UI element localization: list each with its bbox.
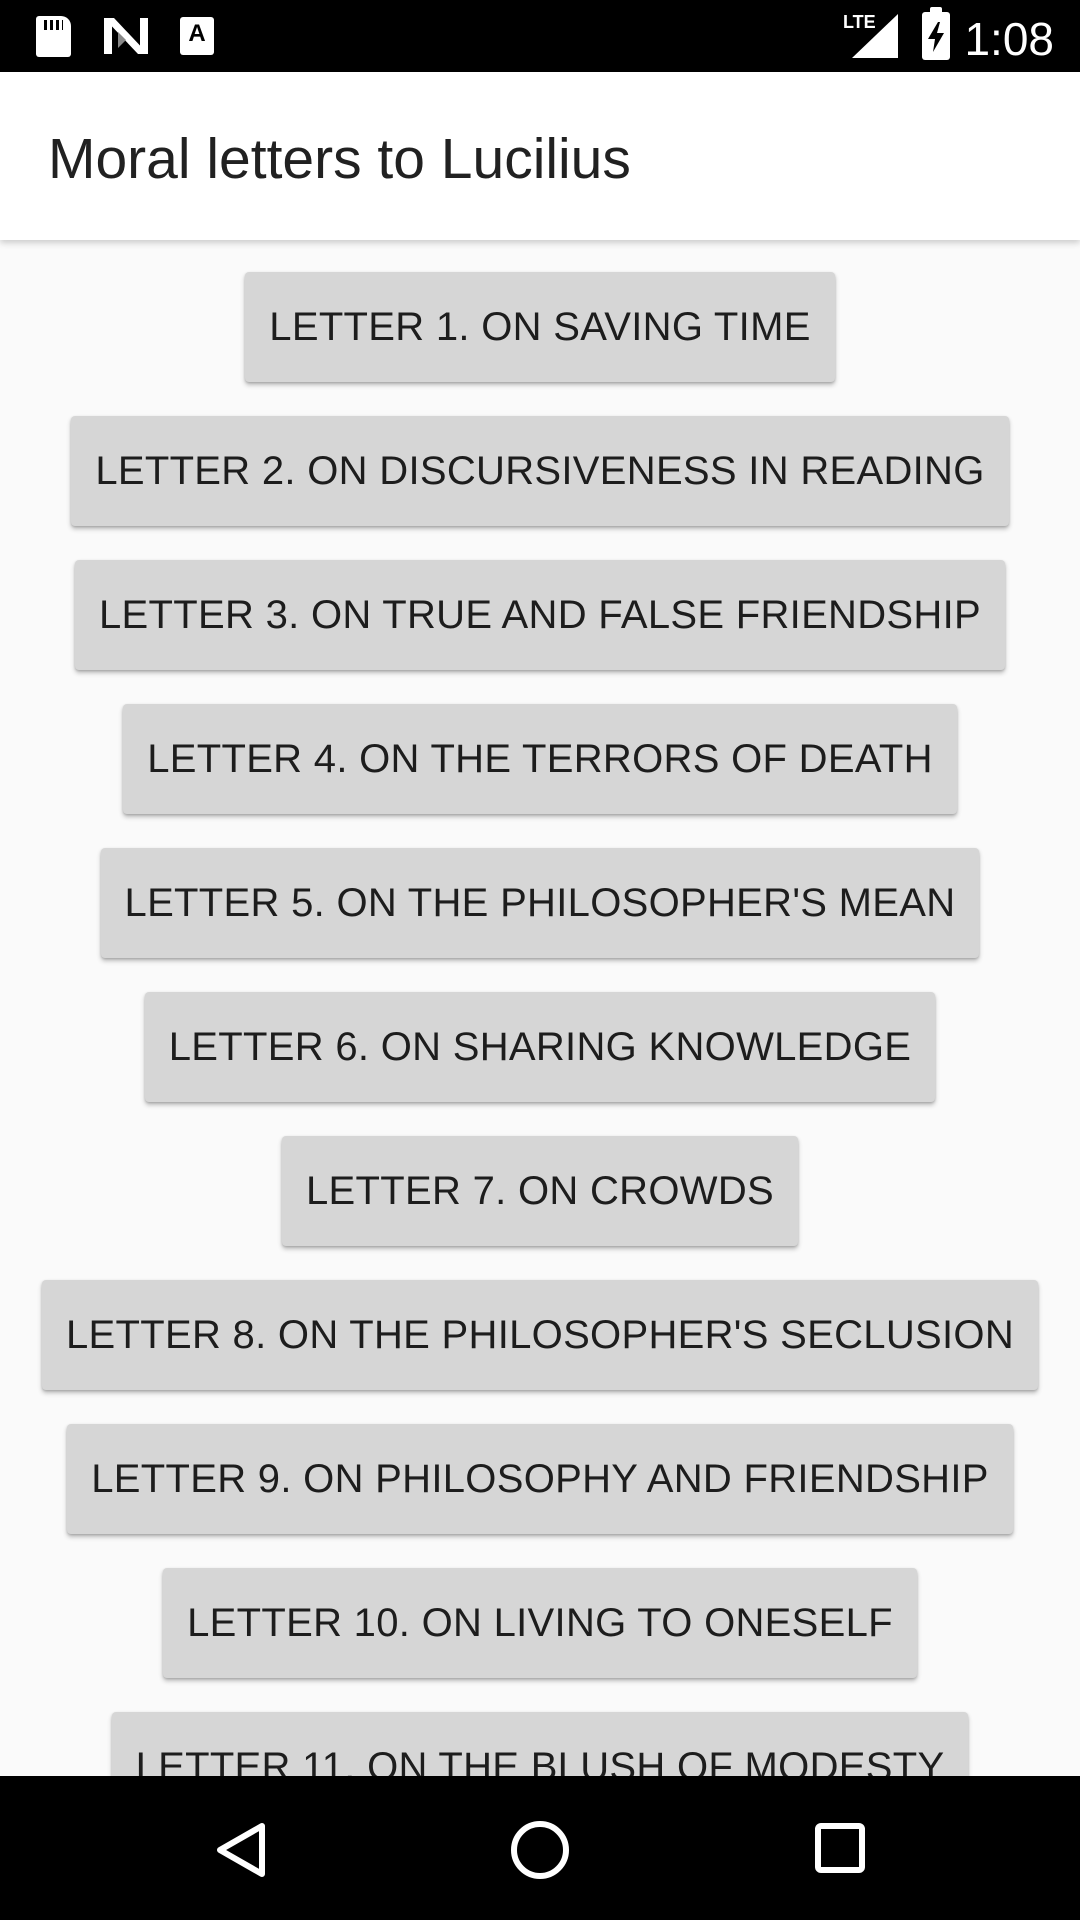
letter-5-button[interactable]: LETTER 5. ON THE PHILOSOPHER'S MEAN — [100, 848, 980, 958]
signal-icon — [852, 14, 898, 58]
letter-7-button[interactable]: LETTER 7. ON CROWDS — [282, 1136, 798, 1246]
status-bar: A LTE 1:08 — [0, 0, 1080, 72]
letter-2-button[interactable]: LETTER 2. ON DISCURSIVENESS IN READING — [71, 416, 1009, 526]
navigation-bar — [0, 1776, 1080, 1920]
battery-charging-icon — [922, 7, 950, 60]
page-title: Moral letters to Lucilius — [48, 127, 631, 191]
letter-8-button[interactable]: LETTER 8. ON THE PHILOSOPHER'S SECLUSION — [41, 1280, 1038, 1390]
letter-1-button[interactable]: LETTER 1. ON SAVING TIME — [245, 272, 835, 382]
letter-6-button[interactable]: LETTER 6. ON SHARING KNOWLEDGE — [144, 992, 936, 1102]
letters-list: LETTER 1. ON SAVING TIME LETTER 2. ON DI… — [0, 240, 1080, 1776]
a-notification-letter: A — [188, 20, 206, 47]
sd-card-icon — [36, 16, 71, 57]
letter-10-button[interactable]: LETTER 10. ON LIVING TO ONESELF — [163, 1568, 917, 1678]
home-icon[interactable] — [508, 1818, 572, 1882]
a-notification-icon: A — [180, 17, 214, 55]
recents-icon[interactable] — [814, 1822, 866, 1874]
letter-11-button[interactable]: LETTER 11. ON THE BLUSH OF MODESTY — [111, 1712, 969, 1776]
letter-4-button[interactable]: LETTER 4. ON THE TERRORS OF DEATH — [123, 704, 957, 814]
app-bar: Moral letters to Lucilius — [0, 72, 1080, 240]
letter-3-button[interactable]: LETTER 3. ON TRUE AND FALSE FRIENDSHIP — [75, 560, 1005, 670]
n-icon — [104, 18, 148, 54]
letter-9-button[interactable]: LETTER 9. ON PHILOSOPHY AND FRIENDSHIP — [67, 1424, 1013, 1534]
back-icon[interactable] — [212, 1820, 268, 1880]
clock: 1:08 — [964, 13, 1054, 65]
letters-list-container[interactable]: LETTER 1. ON SAVING TIME LETTER 2. ON DI… — [0, 240, 1080, 1776]
